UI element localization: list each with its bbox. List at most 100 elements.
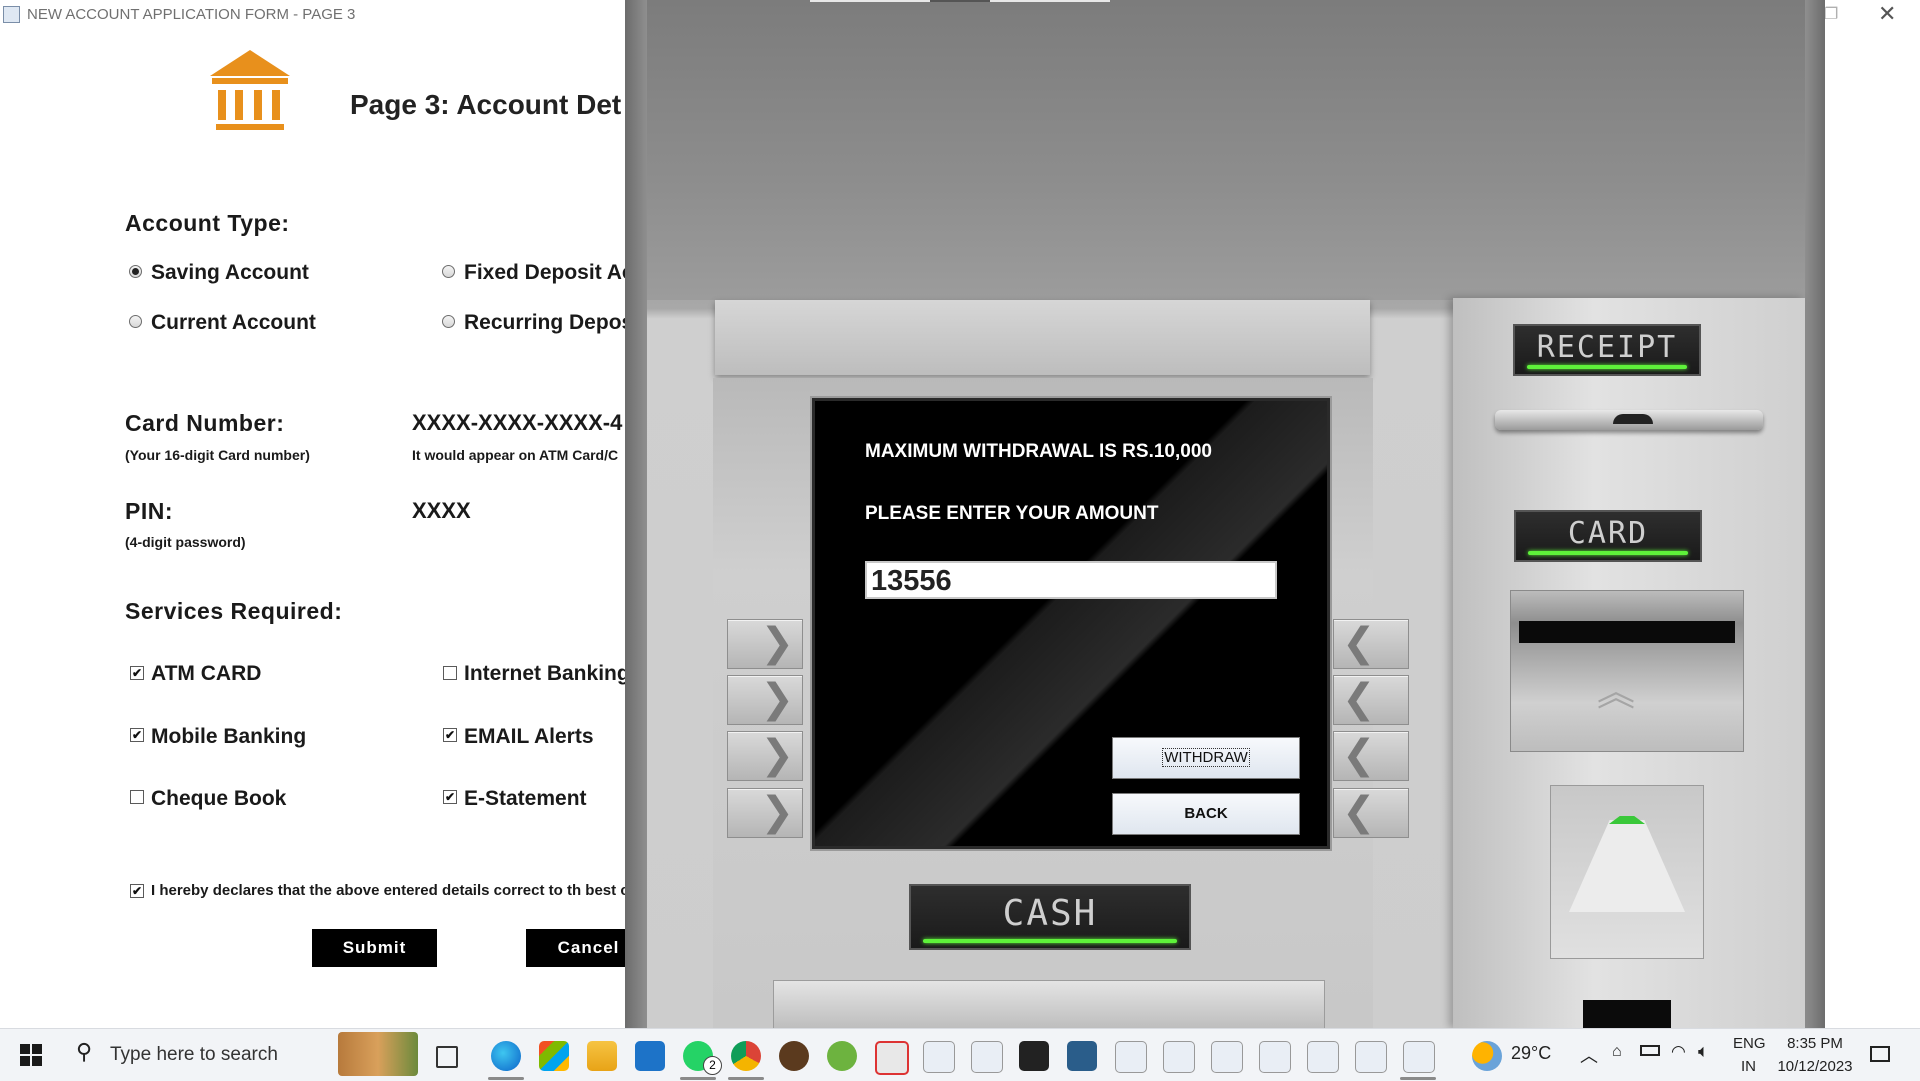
microsoft-store-icon[interactable] [539,1041,569,1071]
atm-window: MAXIMUM WITHDRAWAL IS RS.10,000 PLEASE E… [625,0,1825,1028]
app-icon-2[interactable] [875,1041,909,1075]
pad-surface [1569,820,1685,912]
clock-date[interactable]: 10/12/2023 [1771,1058,1859,1075]
java-app-icon [3,6,20,23]
radio-saving-account[interactable] [129,265,142,278]
card-number-hint: (Your 16-digit Card number) [125,447,310,463]
cash-dispenser-slot[interactable] [773,980,1325,1028]
java-app-icon-8[interactable] [1355,1041,1387,1073]
amount-input[interactable]: 13556 [865,561,1277,599]
service-cheque-book-label: Cheque Book [151,787,287,810]
pin-hint: (4-digit password) [125,534,246,550]
search-highlight-image [338,1032,418,1076]
atm-top-edge-dark [930,0,990,2]
wifi-icon[interactable]: ◠ [1671,1042,1686,1062]
mysql-cli-icon[interactable] [1019,1041,1049,1071]
option-saving-account-label: Saving Account [151,261,309,284]
service-atm-card-label: ATM CARD [151,662,262,685]
bank-logo-icon [210,50,290,130]
region-indicator[interactable]: IN [1741,1058,1756,1075]
windows-start-icon[interactable] [20,1044,42,1066]
card-reader[interactable]: ︽ [1510,590,1744,752]
cash-slot-label: CASH [909,884,1191,950]
left-key-1[interactable]: ❯ [727,619,803,669]
left-key-4[interactable]: ❯ [727,788,803,838]
checkbox-atm-card[interactable]: ✔ [130,666,144,680]
volume-icon[interactable]: 🔈︎ [1698,1041,1709,1062]
card-number-note: It would appear on ATM Card/C [412,447,619,463]
declaration-text: I hereby declares that the above entered… [151,882,629,899]
radio-current-account[interactable] [129,315,142,328]
enter-amount-text: PLEASE ENTER YOUR AMOUNT [865,503,1159,524]
chrome-icon[interactable] [731,1041,761,1071]
atm-left-wall [625,0,647,1028]
java-app-icon-7[interactable] [1307,1041,1339,1073]
checkbox-internet-banking[interactable] [443,666,457,680]
java-app-icon-4[interactable] [1163,1041,1195,1073]
battery-icon[interactable] [1640,1045,1660,1056]
right-key-2[interactable]: ❮ [1333,675,1409,725]
right-key-3[interactable]: ❮ [1333,731,1409,781]
right-key-4[interactable]: ❮ [1333,788,1409,838]
page-heading: Page 3: Account Det [350,89,622,120]
spring-tools-icon[interactable] [827,1041,857,1071]
java-app-icon-3[interactable] [1115,1041,1147,1073]
atm-ceiling [645,0,1805,300]
java-app-icon-1[interactable] [923,1041,955,1073]
back-button[interactable]: BACK [1112,793,1300,835]
weather-icon[interactable] [1472,1041,1502,1071]
pad-indicator-light [1609,816,1645,824]
right-key-1[interactable]: ❮ [1333,619,1409,669]
radio-recurring-deposit[interactable] [442,315,455,328]
checkbox-mobile-banking[interactable]: ✔ [130,728,144,742]
left-key-2[interactable]: ❯ [727,675,803,725]
receipt-label-text: RECEIPT [1536,330,1678,365]
cash-glow [923,939,1177,943]
task-view-icon[interactable] [436,1046,458,1068]
app-icon-1[interactable] [779,1041,809,1071]
card-label-text: CARD [1567,516,1649,551]
taskbar-search-box[interactable]: ⚲ Type here to search [62,1030,420,1078]
checkbox-e-statement[interactable]: ✔ [443,790,457,804]
file-explorer-icon[interactable] [587,1041,617,1071]
submit-button[interactable]: Submit [312,929,437,967]
checkbox-cheque-book[interactable] [130,790,144,804]
close-icon[interactable]: ✕ [1878,1,1896,27]
pin-label: PIN: [125,498,173,524]
atm-bottom-slot [1583,1000,1671,1028]
service-e-statement-label: E-Statement [464,787,587,810]
language-indicator[interactable]: ENG [1733,1035,1766,1052]
withdraw-button[interactable]: WITHDRAW [1112,737,1300,779]
mail-icon[interactable] [635,1041,665,1071]
java-app-icon-9[interactable] [1403,1041,1435,1073]
fingerprint-pad[interactable] [1550,785,1704,959]
java-app-icon-6[interactable] [1259,1041,1291,1073]
services-label: Services Required: [125,598,343,624]
receipt-printer-slot[interactable] [1495,410,1763,430]
atm-right-wall [1805,0,1825,1028]
search-placeholder: Type here to search [110,1044,278,1065]
weather-temperature[interactable]: 29°C [1511,1043,1551,1064]
radio-fixed-deposit[interactable] [442,265,455,278]
java-app-icon-2[interactable] [971,1041,1003,1073]
atm-top-panel [715,300,1370,375]
mysql-workbench-icon[interactable] [1067,1041,1097,1071]
receipt-slot-label: RECEIPT [1513,324,1701,376]
card-slot-label: CARD [1514,510,1702,562]
left-key-3[interactable]: ❯ [727,731,803,781]
edge-browser-icon[interactable] [491,1041,521,1071]
checkbox-email-alerts[interactable]: ✔ [443,728,457,742]
maximize-icon[interactable]: ❐ [1824,4,1838,24]
meet-icon[interactable]: ⌂ [1612,1043,1622,1061]
service-email-alerts-label: EMAIL Alerts [464,725,594,748]
insert-arrow-icon: ︽ [1597,670,1636,714]
chevron-up-icon[interactable]: ︿ [1580,1042,1598,1068]
java-app-icon-5[interactable] [1211,1041,1243,1073]
max-withdrawal-text: MAXIMUM WITHDRAWAL IS RS.10,000 [865,441,1212,462]
whatsapp-badge: 2 [703,1056,722,1075]
notifications-icon[interactable] [1870,1046,1890,1062]
card-number-value: XXXX-XXXX-XXXX-4 [412,410,623,435]
cash-label-text: CASH [1002,893,1098,934]
checkbox-declaration[interactable]: ✔ [130,884,144,898]
clock-time[interactable]: 8:35 PM [1785,1035,1845,1052]
